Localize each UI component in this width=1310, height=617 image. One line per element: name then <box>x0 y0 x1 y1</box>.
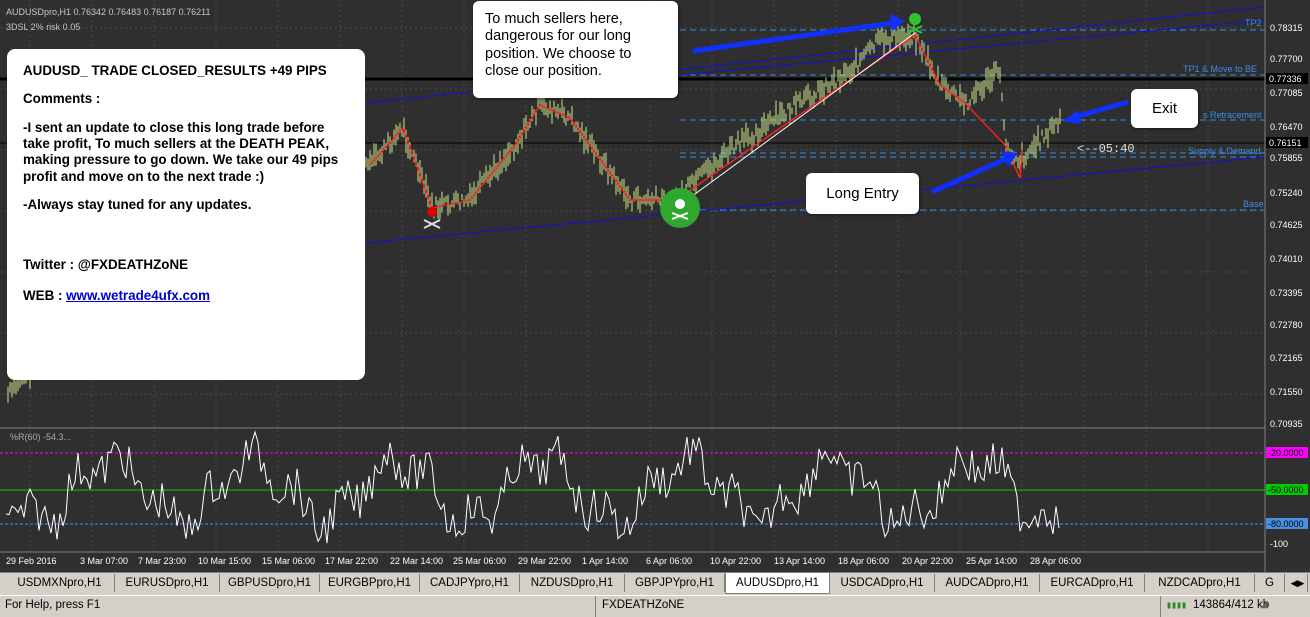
retracement-label: s Retracement <box>1203 110 1262 120</box>
trade-results-note: AUDUSD_ TRADE CLOSED_RESULTS +49 PIPS Co… <box>7 49 365 380</box>
resize-grip-icon[interactable]: ◢ <box>1260 599 1268 610</box>
time-tick: 1 Apr 14:00 <box>582 556 628 566</box>
time-tick: 6 Apr 06:00 <box>646 556 692 566</box>
price-tick: 0.77700 <box>1270 54 1303 64</box>
connection-icon: ▮▮▮▮ <box>1166 600 1187 611</box>
price-tick: 0.70935 <box>1270 419 1303 429</box>
help-text: For Help, press F1 <box>5 599 101 611</box>
supply-demand-label: Supply & Demand <box>1188 146 1261 156</box>
time-tick: 17 Mar 22:00 <box>325 556 378 566</box>
website-link[interactable]: www.wetrade4ufx.com <box>66 288 210 303</box>
chart-window[interactable]: 0.78315 0.77700 0.77085 0.76470 0.75855 0.752… <box>0 0 1310 572</box>
note-title: AUDUSD_ TRADE CLOSED_RESULTS +49 PIPS <box>23 63 327 78</box>
chart-tabs: USDMXNpro,H1 EURUSDpro,H1 GBPUSDpro,H1 EURG… <box>0 572 1310 595</box>
channel-mid <box>679 19 1266 76</box>
chart-tab[interactable]: USDMXNpro,H1 <box>5 574 115 592</box>
time-axis: 29 Feb 2016 3 Mar 07:00 7 Mar 23:00 10 Mar … <box>6 556 1081 566</box>
price-tick: 0.76470 <box>1270 122 1303 132</box>
time-tick: 10 Apr 22:00 <box>710 556 761 566</box>
price-tick: 0.72780 <box>1270 320 1303 330</box>
wpr-level-20-text: -20.0000 <box>1268 448 1304 458</box>
tp2-label: TP2 <box>1245 18 1262 28</box>
indicator-label: %R(60) -54.3... <box>10 432 71 442</box>
price-tick: 0.72165 <box>1270 353 1303 363</box>
chart-tab[interactable]: NZDUSDpro,H1 <box>520 574 625 592</box>
traffic-text[interactable]: 143864/412 kb <box>1193 599 1269 611</box>
note-twitter: Twitter : @FXDEATHZoNE <box>23 257 189 273</box>
chart-tab[interactable]: EURUSDpro,H1 <box>115 574 220 592</box>
base-label: Base <box>1243 199 1264 209</box>
chart-tab[interactable]: EURCADpro,H1 <box>1040 574 1145 592</box>
chart-tab[interactable]: AUDCADpro,H1 <box>935 574 1040 592</box>
chart-symbol-info: AUDUSDpro,H1 0.76342 0.76483 0.76187 0.7… <box>6 7 210 17</box>
time-tick: 10 Mar 15:00 <box>198 556 251 566</box>
note-web: WEB : www.wetrade4ufx.com <box>23 288 349 304</box>
chart-tab[interactable]: AUDUSDpro,H1 <box>725 573 830 594</box>
time-tick: 29 Feb 2016 <box>6 556 57 566</box>
price-tick: 0.78315 <box>1270 23 1303 33</box>
chart-tab[interactable]: NZDCADpro,H1 <box>1145 574 1255 592</box>
time-tick: 3 Mar 07:00 <box>80 556 128 566</box>
price-marker-bid-text: 0.76151 <box>1269 138 1302 148</box>
price-tick: 0.71550 <box>1270 387 1303 397</box>
price-tick: 0.73395 <box>1270 288 1303 298</box>
time-tick: 22 Mar 14:00 <box>390 556 443 566</box>
price-tick: 0.75855 <box>1270 153 1303 163</box>
time-tick: 29 Mar 22:00 <box>518 556 571 566</box>
time-tick: 20 Apr 22:00 <box>902 556 953 566</box>
time-tick: 25 Mar 06:00 <box>453 556 506 566</box>
tp1-label: TP1 & Move to BE <box>1183 64 1257 74</box>
profile-name: FXDEATHZoNE <box>602 599 685 611</box>
price-tick: 0.74010 <box>1270 254 1303 264</box>
note-comments-label: Comments : <box>23 91 101 107</box>
chart-tab[interactable]: GBPJPYpro,H1 <box>625 574 725 592</box>
price-tick: 0.77085 <box>1270 88 1303 98</box>
wpr-level-80-text: -80.0000 <box>1268 519 1304 529</box>
time-tick: 15 Mar 06:00 <box>262 556 315 566</box>
tab-scroll-icon[interactable]: ◀▶ <box>1288 574 1308 592</box>
time-tick: 25 Apr 14:00 <box>966 556 1017 566</box>
status-bar: For Help, press F1 FXDEATHZoNE ▮▮▮▮ 1438… <box>0 595 1310 617</box>
price-tick: 0.75240 <box>1270 188 1303 198</box>
countdown-timer: <--05:40 <box>1077 142 1135 156</box>
wpr-level-50-text: -50.0000 <box>1268 485 1304 495</box>
chart-tab[interactable]: G <box>1255 574 1285 592</box>
price-tick: 0.74625 <box>1270 220 1303 230</box>
note-comment-2: -Always stay tuned for any updates. <box>23 197 252 213</box>
time-tick: 28 Apr 06:00 <box>1030 556 1081 566</box>
chart-tab[interactable]: GBPUSDpro,H1 <box>220 574 320 592</box>
ea-info: 3DSL 2% risk 0.05 <box>6 22 80 32</box>
time-tick: 7 Mar 23:00 <box>138 556 186 566</box>
wpr-bottom-label: -100 <box>1270 539 1288 549</box>
chart-tab[interactable]: CADJPYpro,H1 <box>420 574 520 592</box>
sellers-callout: To much sellers here, dangerous for our … <box>473 1 678 98</box>
price-marker-resistance-text: 0.77336 <box>1269 74 1302 84</box>
exit-callout: Exit <box>1131 89 1198 128</box>
note-web-label: WEB : <box>23 287 67 303</box>
note-comment-1: -I sent an update to close this long tra… <box>23 119 339 184</box>
chart-tab[interactable]: EURGBPpro,H1 <box>320 574 420 592</box>
wpr-indicator-line <box>5 430 1060 544</box>
chart-tab[interactable]: USDCADpro,H1 <box>830 574 935 592</box>
long-entry-callout: Long Entry <box>806 173 919 214</box>
time-tick: 13 Apr 14:00 <box>774 556 825 566</box>
time-tick: 18 Apr 06:00 <box>838 556 889 566</box>
skull-icon <box>660 188 700 228</box>
